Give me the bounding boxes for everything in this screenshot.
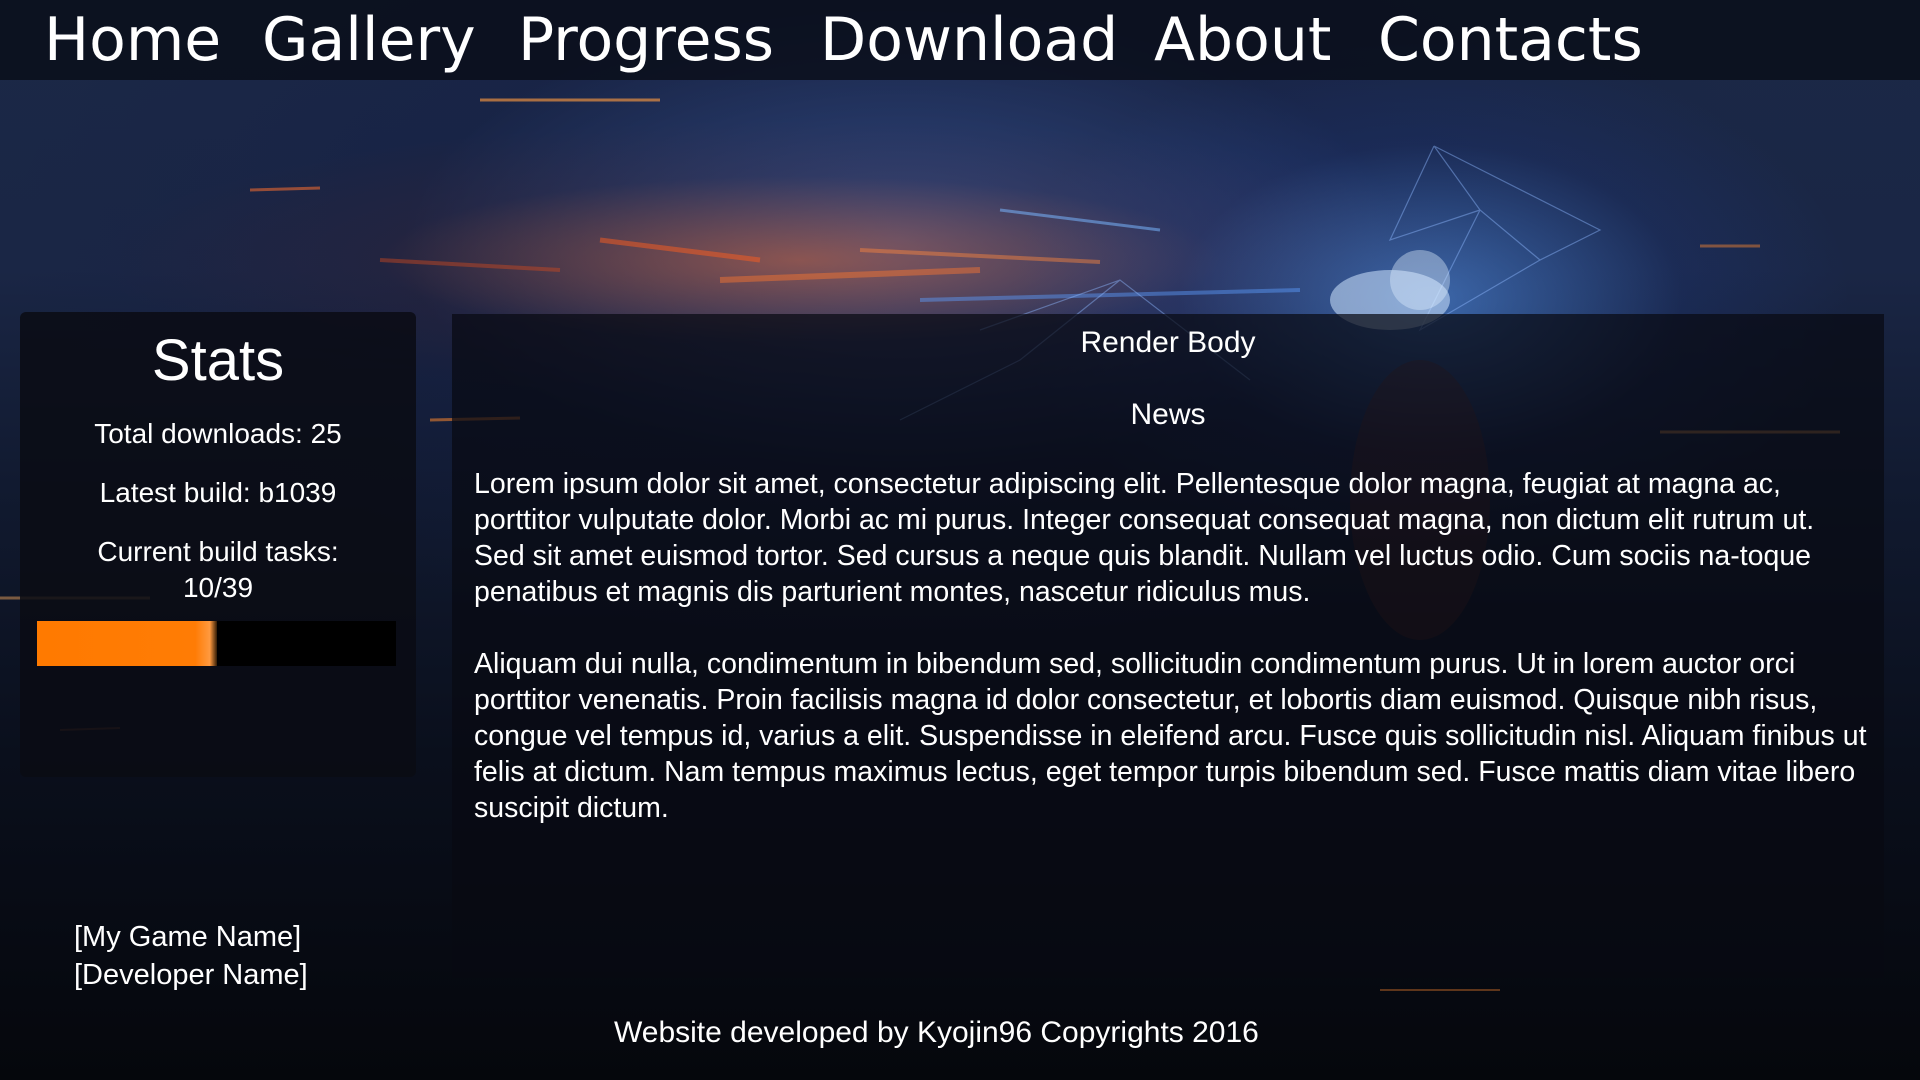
stats-panel: Stats Total downloads: 25 Latest build: …: [20, 312, 416, 777]
nav-gallery-link[interactable]: Gallery: [262, 4, 476, 76]
build-progress-fill: [37, 621, 217, 666]
news-paragraph: Aliquam dui nulla, condimentum in bibend…: [474, 648, 1867, 824]
latest-build: Latest build: b1039: [99, 477, 337, 508]
render-body-panel: Render Body News Lorem ipsum dolor sit a…: [452, 314, 1884, 978]
news-paragraph: Lorem ipsum dolor sit amet, consectetur …: [474, 468, 1815, 608]
total-downloads: Total downloads: 25: [94, 418, 342, 449]
nav-about-link[interactable]: About: [1154, 4, 1331, 76]
nav-home-link[interactable]: Home: [44, 4, 221, 76]
nav-progress-link[interactable]: Progress: [518, 4, 774, 76]
nav-download-link[interactable]: Download: [820, 4, 1118, 76]
game-credits: [My Game Name] [Developer Name]: [74, 918, 308, 994]
render-body-heading: Render Body: [1080, 326, 1256, 359]
current-build-tasks-value: 10/39: [182, 572, 254, 603]
page: Home Gallery Progress Download About Con…: [0, 0, 1920, 1080]
build-progress-bar: [37, 621, 396, 666]
top-navigation: Home Gallery Progress Download About Con…: [0, 0, 1920, 80]
news-heading: News: [1130, 398, 1206, 431]
stats-title: Stats: [151, 328, 285, 393]
game-name: [My Game Name]: [74, 921, 302, 953]
current-build-tasks-label: Current build tasks:: [97, 536, 339, 567]
nav-contacts-link[interactable]: Contacts: [1378, 4, 1643, 76]
footer-copyright: Website developed by Kyojin96 Copyrights…: [614, 1016, 1259, 1049]
developer-name: [Developer Name]: [74, 959, 308, 991]
